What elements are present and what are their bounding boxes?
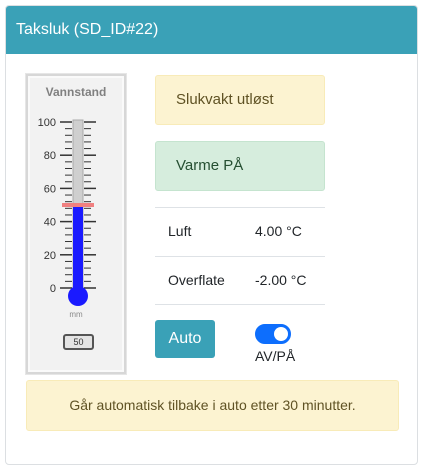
gauge-tick-label: 20: [44, 250, 56, 262]
level-bulb: [68, 286, 88, 306]
water-level-gauge: Vannstand 100 80 60 40 20 0 mm 50: [26, 74, 126, 374]
reading-label-surface: Overflate: [168, 272, 225, 288]
power-toggle-label: AV/PÅ: [255, 348, 296, 364]
gauge-tick-label: 80: [44, 150, 56, 162]
reading-value-air: 4.00 °C: [255, 223, 302, 239]
toggle-knob: [274, 327, 288, 341]
heat-status-text: Varme PÅ: [176, 157, 244, 174]
device-card: Taksluk (SD_ID#22) Vannstand 100 80 60 40 20…: [5, 5, 418, 465]
power-toggle[interactable]: [255, 324, 291, 344]
gauge-readout: 50: [63, 334, 94, 350]
alarm-marker: [62, 203, 94, 207]
gauge-tick-label: 40: [44, 217, 56, 229]
level-fill: [73, 205, 83, 296]
card-header: Taksluk (SD_ID#22): [6, 6, 417, 54]
gauge-tick-label: 60: [44, 183, 56, 195]
reading-label-air: Luft: [168, 223, 192, 239]
heat-status-badge: Varme PÅ: [155, 141, 325, 191]
alarm-status-badge: Slukvakt utløst: [155, 75, 325, 125]
auto-button[interactable]: Auto: [155, 320, 215, 358]
auto-return-text: Går automatisk tilbake i auto etter 30 m…: [69, 397, 356, 413]
table-row: Luft 4.00 °C: [155, 207, 325, 256]
card-title: Taksluk (SD_ID#22): [16, 21, 159, 38]
gauge-tick-label: 0: [50, 283, 56, 295]
table-row: Overflate -2.00 °C: [155, 256, 325, 305]
alarm-status-text: Slukvakt utløst: [176, 91, 274, 108]
gauge-unit: mm: [69, 310, 83, 319]
auto-return-note: Går automatisk tilbake i auto etter 30 m…: [26, 380, 399, 431]
readings-table: Luft 4.00 °C Overflate -2.00 °C: [155, 207, 325, 305]
gauge-tick-label: 100: [38, 117, 56, 129]
thermometer-graphic: 100 80 60 40 20 0: [38, 117, 96, 306]
reading-value-surface: -2.00 °C: [255, 272, 307, 288]
